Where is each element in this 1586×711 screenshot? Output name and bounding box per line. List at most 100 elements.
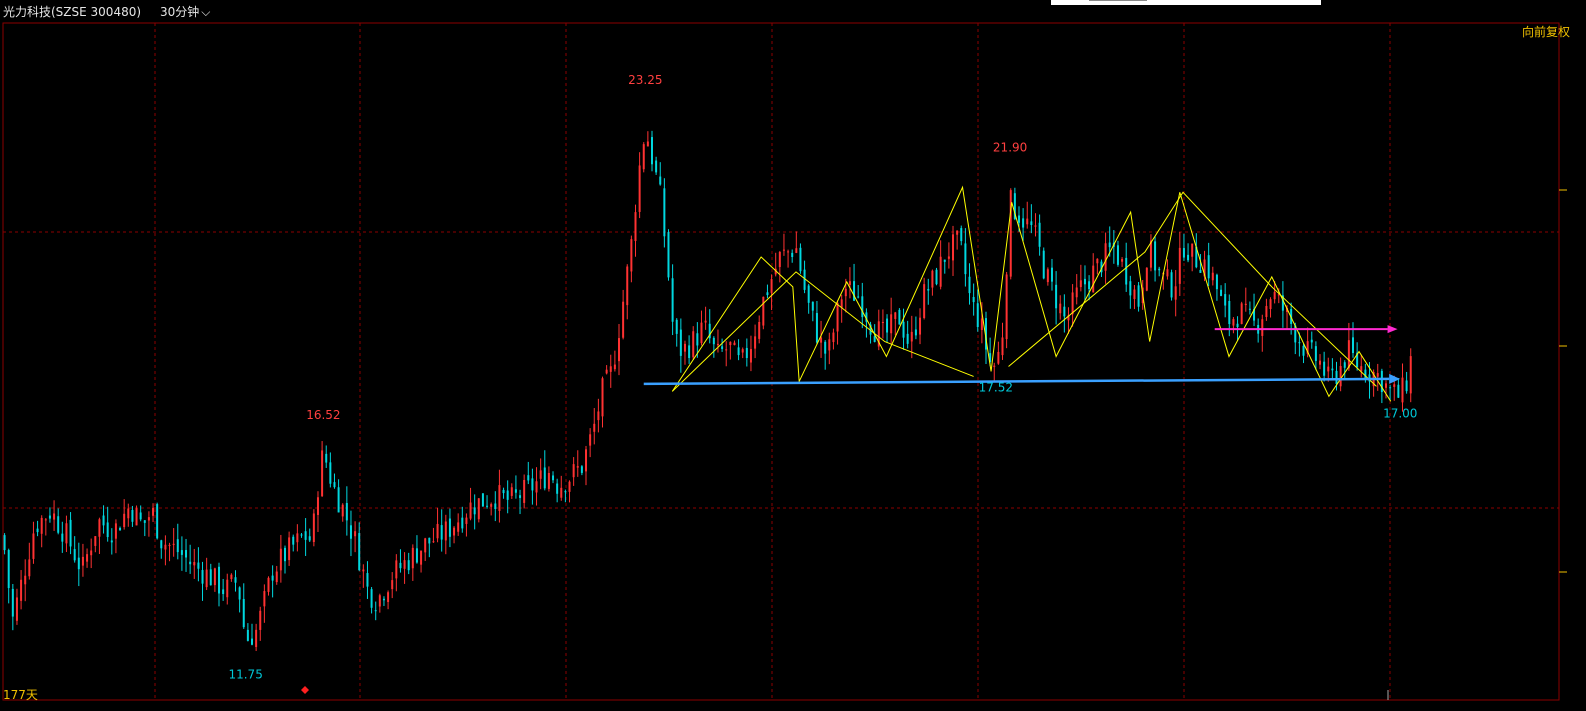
candle-body-76 — [316, 497, 319, 515]
candle-body-143 — [593, 423, 596, 432]
candle-body-186 — [770, 279, 773, 293]
candle-body-214 — [886, 318, 889, 333]
candle-body-308 — [1273, 291, 1276, 300]
candle-body-246 — [1017, 215, 1020, 223]
candle-body-169 — [700, 322, 703, 344]
candle-body-115 — [477, 498, 480, 520]
candle-body-106 — [440, 525, 443, 540]
candle-body-38 — [160, 540, 163, 549]
candle-body-228 — [943, 259, 946, 262]
candle-body-104 — [432, 541, 435, 543]
candle-body-29 — [123, 513, 126, 528]
candle-body-297 — [1228, 300, 1231, 325]
candle-body-177 — [733, 342, 736, 346]
candle-body-100 — [415, 548, 418, 563]
candle-body-127 — [527, 475, 530, 481]
candle-body-97 — [403, 560, 406, 569]
candle-body-170 — [704, 320, 707, 323]
candle-body-202 — [836, 302, 839, 332]
candle-body-254 — [1050, 267, 1053, 282]
candle-body-231 — [956, 230, 959, 235]
candle-body-248 — [1026, 218, 1029, 225]
candle-body-46 — [193, 562, 196, 566]
candle-body-300 — [1240, 303, 1243, 324]
candle-body-199 — [824, 341, 827, 354]
candle-body-240 — [993, 365, 996, 367]
candle-body-81 — [337, 487, 340, 513]
candle-body-20 — [86, 554, 89, 562]
candle-body-279 — [1154, 241, 1157, 271]
candle-body-110 — [457, 522, 460, 532]
candle-body-118 — [490, 504, 493, 507]
candle-body-58 — [242, 598, 245, 628]
candle-body-52 — [218, 566, 221, 594]
candle-body-241 — [997, 351, 1000, 364]
candle-body-39 — [164, 544, 167, 550]
candle-body-28 — [119, 527, 122, 531]
candle-body-188 — [778, 251, 781, 267]
candle-body-163 — [675, 319, 678, 334]
candle-body-2 — [11, 588, 14, 617]
candle-body-131 — [543, 467, 546, 489]
candle-body-285 — [1178, 247, 1181, 284]
candle-body-30 — [127, 508, 130, 519]
candle-body-122 — [506, 490, 509, 500]
candle-body-71 — [296, 533, 299, 543]
candle-body-173 — [716, 343, 719, 346]
candle-body-280 — [1158, 268, 1161, 271]
candlestick-chart[interactable]: 23.25 21.90 16.52 17.52 17.00 11.75 — [0, 0, 1586, 711]
adjust-mode-badge[interactable]: 向前复权 — [1522, 23, 1570, 40]
candle-body-196 — [811, 301, 814, 311]
candle-body-95 — [395, 560, 398, 579]
price-label-high-0: 23.25 — [628, 73, 662, 87]
candle-body-5 — [24, 575, 27, 585]
candle-body-68 — [283, 547, 286, 562]
candle-body-176 — [729, 341, 732, 346]
candle-body-93 — [387, 592, 390, 602]
candle-body-31 — [131, 509, 134, 522]
candle-body-161 — [667, 232, 670, 278]
candle-body-333 — [1376, 373, 1379, 377]
candle-body-167 — [692, 331, 695, 358]
candle-body-123 — [510, 487, 513, 496]
candle-body-23 — [98, 519, 101, 537]
candle-body-318 — [1314, 346, 1317, 362]
candle-body-59 — [246, 629, 249, 641]
candle-body-287 — [1187, 254, 1190, 261]
candle-body-24 — [102, 515, 105, 526]
candle-body-60 — [251, 638, 254, 645]
candle-body-41 — [172, 543, 175, 545]
candle-body-267 — [1104, 243, 1107, 271]
candle-body-223 — [923, 284, 926, 319]
candle-body-107 — [444, 521, 447, 541]
candle-body-73 — [304, 531, 307, 540]
candle-body-6 — [28, 559, 31, 577]
price-label-high-1: 21.90 — [993, 140, 1027, 154]
candle-body-237 — [980, 318, 983, 331]
candle-body-337 — [1393, 384, 1396, 387]
candle-body-270 — [1116, 245, 1119, 265]
candle-body-129 — [535, 481, 538, 493]
candle-body-116 — [481, 493, 484, 507]
candle-body-57 — [238, 587, 241, 600]
candle-body-256 — [1059, 303, 1062, 314]
candle-body-64 — [267, 577, 270, 592]
candle-body-224 — [927, 288, 930, 291]
candle-body-306 — [1265, 305, 1268, 317]
candle-body-11 — [48, 515, 51, 519]
price-label-high-2: 16.52 — [306, 408, 340, 422]
candle-body-183 — [758, 321, 761, 339]
candle-body-296 — [1224, 294, 1227, 306]
candle-body-112 — [465, 517, 468, 524]
candle-body-213 — [881, 322, 884, 324]
candle-body-63 — [263, 591, 266, 607]
price-label-low-3: 17.52 — [979, 380, 1013, 394]
zigzag-pattern-line-3 — [1008, 191, 1377, 387]
candle-body-298 — [1232, 319, 1235, 326]
candle-body-90 — [374, 610, 377, 612]
resistance-arrow-icon — [1387, 325, 1398, 334]
days-label: 177天 — [3, 688, 38, 702]
candle-body-53 — [222, 589, 225, 595]
candle-body-325 — [1343, 362, 1346, 368]
candle-body-108 — [448, 518, 451, 537]
